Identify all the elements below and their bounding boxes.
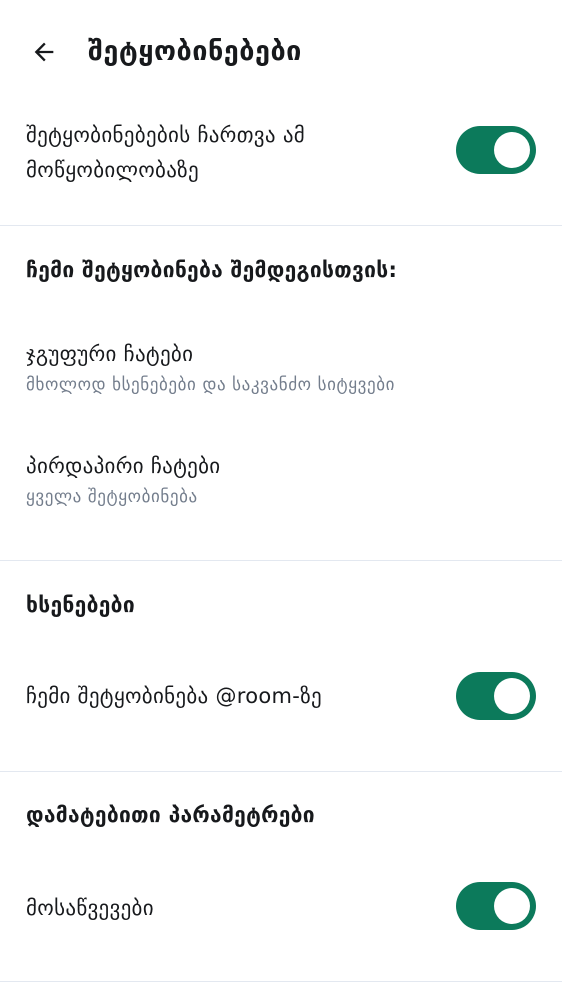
back-button[interactable] <box>18 26 70 78</box>
group-chats-label: ჯგუფური ჩატები <box>26 342 194 366</box>
room-mention-row[interactable]: ჩემი შეტყობინება @room-ზე <box>0 650 562 746</box>
top-app-bar: შეტყობინებები <box>0 0 562 104</box>
page-title: შეტყობინებები <box>88 36 302 67</box>
divider <box>0 225 562 226</box>
notification-settings-screen: შეტყობინებები შეტყობინებების ჩართვა ამ მ… <box>0 0 562 1000</box>
group-chats-row[interactable]: ჯგუფური ჩატები მხოლოდ ხსენებები და საკვა… <box>0 320 562 420</box>
divider <box>0 981 562 982</box>
notify-me-for-header: ჩემი შეტყობინება შემდეგისთვის: <box>26 258 398 282</box>
invites-label: მოსაწვევები <box>26 896 154 920</box>
toggle-knob <box>494 678 530 714</box>
toggle-knob <box>494 888 530 924</box>
group-chats-sublabel: მხოლოდ ხსენებები და საკვანძო სიტყვები <box>26 375 395 395</box>
direct-chats-sublabel: ყველა შეტყობინება <box>26 487 198 507</box>
invites-switch[interactable] <box>456 882 536 930</box>
master-toggle-label-line2: მოწყობილობაზე <box>26 158 199 182</box>
direct-chats-row[interactable]: პირდაპირი ჩატები ყველა შეტყობინება <box>0 432 562 532</box>
arrow-left-icon <box>34 42 54 62</box>
additional-settings-header: დამატებითი პარამეტრები <box>26 803 315 827</box>
room-mention-label: ჩემი შეტყობინება @room-ზე <box>26 684 322 708</box>
mentions-header: ხსენებები <box>26 593 135 617</box>
master-toggle-label-line1: შეტყობინებების ჩართვა ამ <box>26 123 306 147</box>
invites-row[interactable]: მოსაწვევები <box>0 860 562 956</box>
divider <box>0 771 562 772</box>
direct-chats-label: პირდაპირი ჩატები <box>26 454 221 478</box>
master-toggle-row[interactable]: შეტყობინებების ჩართვა ამ მოწყობილობაზე <box>0 104 562 224</box>
room-mention-switch[interactable] <box>456 672 536 720</box>
toggle-knob <box>494 132 530 168</box>
divider <box>0 560 562 561</box>
master-toggle-switch[interactable] <box>456 126 536 174</box>
